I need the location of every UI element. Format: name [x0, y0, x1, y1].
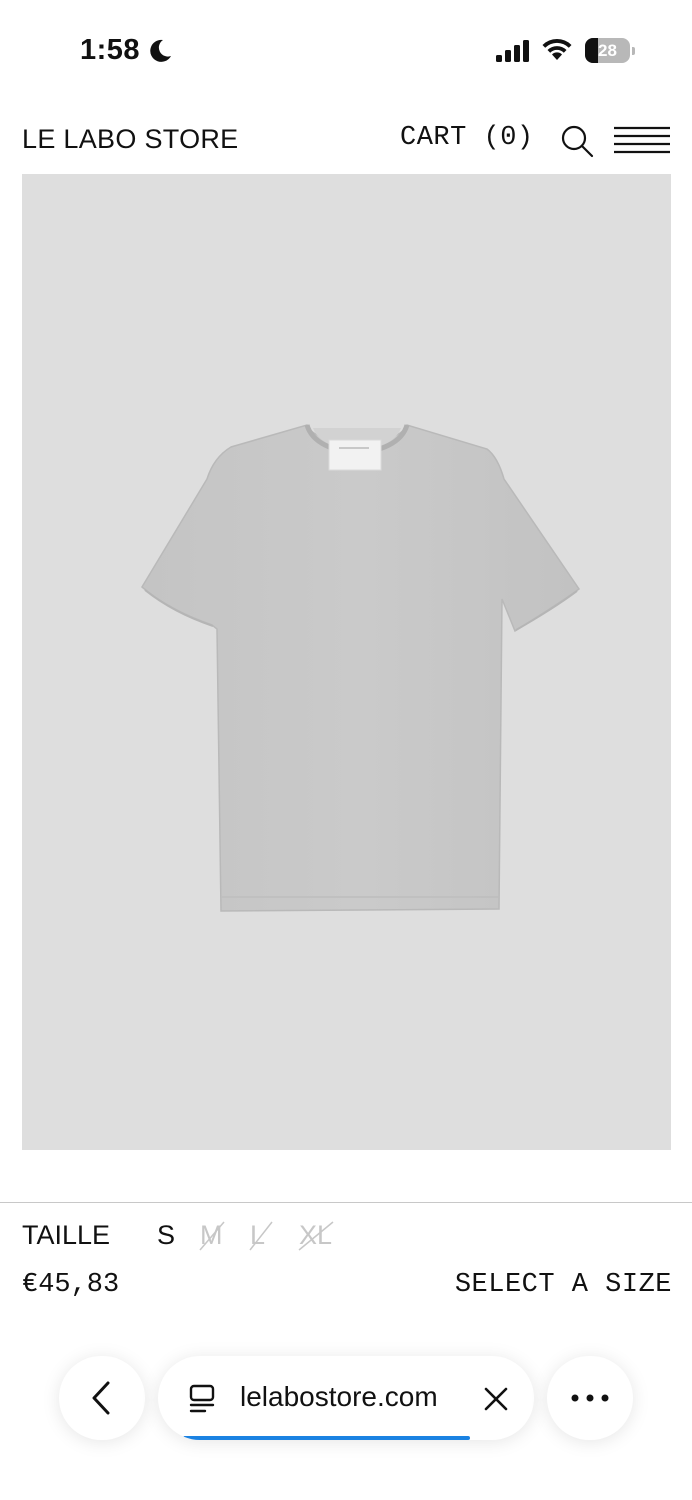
more-button[interactable]	[547, 1356, 633, 1440]
divider	[0, 1202, 692, 1203]
page-load-progress	[183, 1436, 470, 1440]
battery-level: 28	[598, 41, 617, 60]
tshirt-image	[141, 424, 581, 912]
size-selector: TAILLE S M L XL	[22, 1218, 672, 1258]
tabs-icon[interactable]	[188, 1384, 216, 1414]
search-icon[interactable]	[559, 123, 595, 159]
wifi-icon	[542, 38, 572, 60]
moon-icon	[150, 39, 171, 62]
battery-icon: 28	[585, 38, 635, 63]
select-size-button[interactable]: SELECT A SIZE	[455, 1270, 672, 1300]
cart-link[interactable]: CART (0)	[400, 123, 534, 153]
product-image[interactable]	[22, 174, 671, 1150]
address-bar[interactable]: lelabostore.com	[158, 1356, 534, 1440]
store-logo[interactable]: LE LABO STORE	[22, 124, 239, 155]
product-price: €45,83	[22, 1270, 120, 1300]
signal-icon	[496, 40, 529, 62]
price-row: €45,83 SELECT A SIZE	[22, 1268, 672, 1308]
size-option-l: L	[249, 1220, 273, 1251]
browser-toolbar: lelabostore.com	[0, 1330, 692, 1500]
back-button[interactable]	[59, 1356, 145, 1440]
status-bar: 1:58 28	[0, 0, 692, 100]
size-option-xl: XL	[298, 1220, 334, 1251]
url-text[interactable]: lelabostore.com	[240, 1381, 438, 1413]
chevron-left-icon	[92, 1381, 110, 1415]
size-option-m: M	[199, 1220, 225, 1251]
status-time: 1:58	[80, 34, 141, 66]
size-label: TAILLE	[22, 1220, 111, 1250]
more-icon	[571, 1394, 609, 1402]
close-icon[interactable]	[483, 1386, 509, 1412]
menu-icon[interactable]	[612, 126, 672, 154]
size-option-s[interactable]: S	[157, 1220, 175, 1251]
site-header: LE LABO STORE CART (0)	[0, 110, 692, 170]
